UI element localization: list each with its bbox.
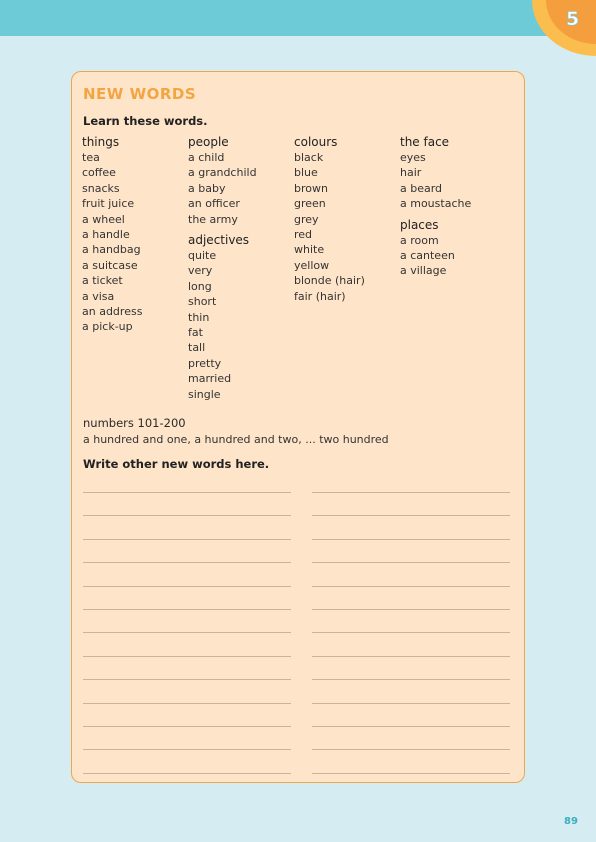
writing-line	[312, 609, 510, 610]
writing-line	[312, 515, 510, 517]
writing-line	[312, 726, 510, 727]
word-item: thin	[188, 310, 210, 324]
word-item: married	[188, 372, 232, 386]
word-item: green	[294, 197, 326, 211]
writing-line	[312, 538, 510, 540]
word-column: people a child a grandchild a baby an office…	[188, 134, 292, 402]
word-item: pretty	[188, 356, 222, 370]
writing-line	[312, 492, 510, 493]
word-item: single	[188, 387, 221, 401]
group-heading: the face	[400, 135, 450, 149]
word-item: blonde (hair)	[294, 274, 365, 288]
word-item: a moustache	[400, 197, 472, 211]
word-item: a pick-up	[82, 320, 133, 334]
word-item: an officer	[188, 197, 240, 211]
word-item: fat	[188, 326, 203, 340]
word-item: a ticket	[82, 274, 123, 288]
word-item: very	[188, 264, 213, 278]
word-item: a grandchild	[188, 166, 257, 180]
writing-line	[312, 655, 510, 657]
word-item: an address	[82, 305, 143, 319]
numbers-heading: numbers 101-200	[83, 416, 186, 430]
writing-line	[83, 726, 291, 727]
word-item: short	[188, 295, 217, 309]
word-item: long	[188, 279, 212, 293]
word-item: a baby	[188, 181, 226, 195]
word-item: quite	[188, 249, 217, 263]
word-item: the army	[188, 212, 238, 226]
writing-line	[312, 702, 510, 704]
word-item: a wheel	[82, 212, 125, 226]
writing-line	[312, 562, 510, 564]
writing-line	[312, 585, 510, 587]
writing-line	[83, 492, 291, 493]
writing-line	[83, 585, 291, 587]
writing-line	[312, 679, 510, 681]
word-item: tea	[82, 151, 100, 164]
writing-line	[83, 609, 291, 610]
word-item: black	[294, 151, 324, 164]
writing-line	[83, 538, 291, 540]
writing-line	[83, 562, 291, 564]
section-title: NEW WORDS	[83, 85, 197, 103]
word-item: a village	[400, 264, 447, 278]
word-column: colours black blue brown green grey red white ye…	[294, 134, 398, 304]
writing-line	[83, 749, 291, 751]
writing-line	[83, 655, 291, 657]
write-prompt: Write other new words here.	[83, 457, 270, 471]
group-heading: places	[400, 217, 439, 232]
word-item: hair	[400, 166, 422, 180]
group-heading: people	[188, 135, 229, 149]
page-number: 89	[564, 816, 578, 827]
word-item: grey	[294, 212, 319, 226]
word-column: the face eyes hair a beard a moustache places…	[400, 134, 504, 279]
group-heading: adjectives	[188, 233, 250, 248]
writing-line	[83, 772, 291, 774]
writing-line	[83, 632, 291, 634]
word-item: a beard	[400, 181, 443, 195]
word-column: things tea coffee snacks fruit juice a wheel a…	[82, 134, 186, 335]
word-item: a handbag	[82, 243, 141, 257]
word-item: a child	[188, 151, 225, 164]
group-heading: colours	[294, 135, 338, 149]
writing-line	[83, 679, 291, 681]
word-item: a room	[400, 233, 439, 247]
numbers-text: a hundred and one, a hundred and two, ..…	[83, 433, 389, 446]
word-item: red	[294, 228, 313, 242]
word-item: fair (hair)	[294, 289, 346, 303]
writing-line	[312, 772, 510, 774]
word-item: a canteen	[400, 249, 455, 263]
word-item: a visa	[82, 289, 115, 303]
word-item: yellow	[294, 258, 330, 272]
word-item: tall	[188, 341, 206, 355]
word-item: fruit juice	[82, 197, 135, 211]
word-item: eyes	[400, 151, 426, 164]
word-item: a suitcase	[82, 258, 138, 272]
unit-number: 5	[566, 8, 580, 31]
word-item: a handle	[82, 228, 130, 242]
group-heading: things	[82, 135, 120, 149]
word-item: brown	[294, 181, 328, 195]
word-item: white	[294, 243, 325, 257]
word-item: snacks	[82, 181, 120, 195]
writing-line	[312, 749, 510, 751]
writing-line	[83, 702, 291, 704]
word-item: coffee	[82, 166, 116, 180]
writing-line	[83, 515, 291, 517]
instruction: Learn these words.	[83, 114, 208, 128]
word-item: blue	[294, 166, 318, 180]
top-band	[0, 0, 596, 36]
writing-line	[312, 632, 510, 634]
